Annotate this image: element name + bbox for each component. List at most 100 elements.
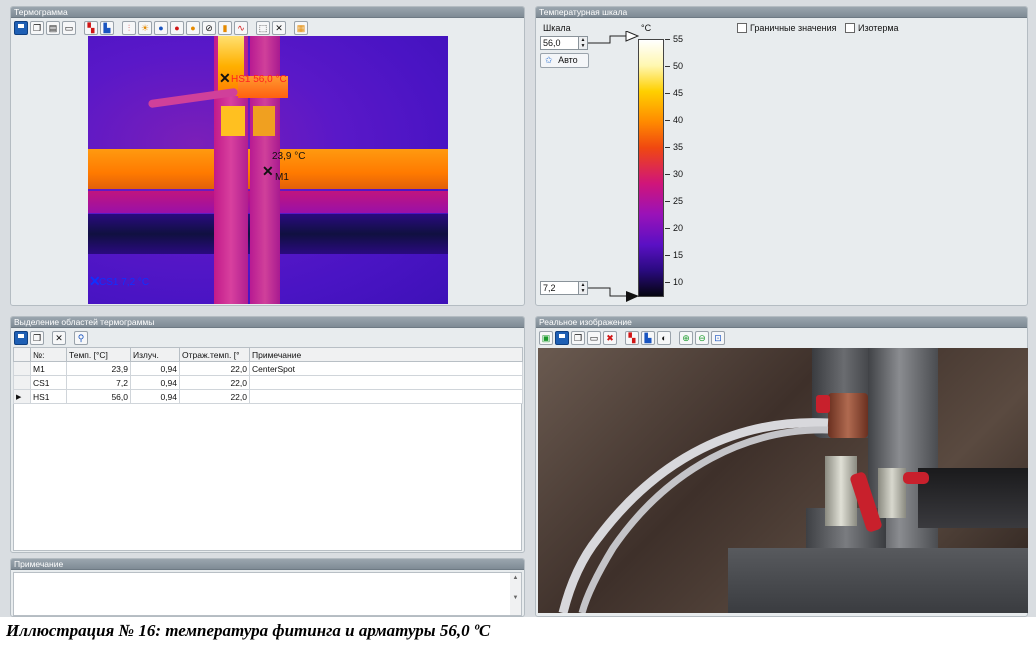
regions-title: Выделение областей термограммы — [11, 317, 524, 328]
scale-tick-label: 35 — [665, 142, 683, 152]
hs1-label: HS1 56,0 °C — [231, 74, 287, 85]
row-temp: 23,9 — [66, 361, 131, 376]
zoom-in-icon[interactable]: ⊕ — [679, 331, 693, 345]
blue-dot-icon[interactable]: ● — [154, 21, 168, 35]
scale-tick-label: 20 — [665, 223, 683, 233]
note-textarea[interactable] — [13, 572, 522, 616]
m1-value: 23,9 °C — [272, 151, 306, 162]
spin-arrows-icon[interactable]: ▲ ▼ — [578, 37, 587, 49]
thermogram-toolbar: ❐ ▤ ▭ ▚ ▙ ⫶ ☀ ● ● ● ⊘ ▮ ∿ ⬚ ✕ ▦ — [14, 20, 308, 36]
note-panel: Примечание ▲ ▼ — [10, 558, 525, 617]
save-icon[interactable] — [555, 331, 569, 345]
limits-checkbox[interactable]: Граничные значения — [737, 23, 836, 33]
row-temp: 56,0 — [66, 389, 131, 404]
scale-min-input[interactable]: 7,2 ▲ ▼ — [540, 281, 588, 295]
scale-tick-label: 40 — [665, 115, 683, 125]
column-header[interactable]: Темп. [°C] — [66, 347, 131, 362]
scale-tick-label: 25 — [665, 196, 683, 206]
isotherm-checkbox[interactable]: Изотерма — [845, 23, 899, 33]
save-icon[interactable] — [14, 21, 28, 35]
scale-title: Температурная шкала — [536, 7, 1027, 18]
scale-tick-label: 55 — [665, 34, 683, 44]
scale-tick-label: 10 — [665, 277, 683, 287]
region-icon[interactable]: ▙ — [100, 21, 114, 35]
region-icon[interactable]: ▙ — [641, 331, 655, 345]
regions-table: №: Темп. [°C] Излуч. Отраж.темп. [° Прим… — [13, 347, 523, 404]
delete-icon[interactable]: ✕ — [272, 21, 286, 35]
row-emissivity: 0,94 — [130, 375, 180, 390]
scale-max-input[interactable]: 56,0 ▲ ▼ — [540, 36, 588, 50]
figure-caption: Иллюстрация № 16: температура фитинга и … — [6, 621, 491, 640]
scale-label: Шкала — [543, 23, 571, 33]
grid-icon[interactable]: ▦ — [294, 21, 308, 35]
paste-icon[interactable]: ▭ — [587, 331, 601, 345]
row-reflected: 22,0 — [179, 361, 250, 376]
row-reflected: 22,0 — [179, 389, 250, 404]
palette-icon[interactable]: ▚ — [625, 331, 639, 345]
red-dot-icon[interactable]: ● — [170, 21, 184, 35]
histogram-icon[interactable]: ▮ — [218, 21, 232, 35]
profile-icon[interactable]: ∿ — [234, 21, 248, 35]
spin-arrows-icon[interactable]: ▲ ▼ — [578, 282, 587, 294]
scale-unit: °C — [641, 23, 652, 33]
row-emissivity: 0,94 — [130, 389, 180, 404]
table-row[interactable]: ▶ HS1 56,0 0,94 22,0 — [13, 389, 523, 404]
real-image-title: Реальное изображение — [536, 317, 1027, 328]
open-icon[interactable]: ▤ — [46, 21, 60, 35]
app-window: Термограмма ❐ ▤ ▭ ▚ ▙ ⫶ ☀ ● ● ● ⊘ ▮ ∿ ⬚ … — [0, 0, 1036, 617]
thermometer-icon[interactable]: ⫶ — [122, 21, 136, 35]
auto-button[interactable]: ✩ Авто — [540, 53, 589, 68]
table-header-row: №: Темп. [°C] Излуч. Отраж.темп. [° Прим… — [13, 347, 523, 362]
scale-tick-label: 45 — [665, 88, 683, 98]
row-note — [249, 375, 523, 390]
row-note: CenterSpot — [249, 361, 523, 376]
palette-icon[interactable]: ▚ — [84, 21, 98, 35]
note-scrollbar[interactable]: ▲ ▼ — [510, 573, 521, 615]
column-header[interactable]: Примечание — [249, 347, 523, 362]
zoom-out-icon[interactable]: ⊖ — [695, 331, 709, 345]
table-row[interactable]: CS1 7,2 0,94 22,0 — [13, 375, 523, 390]
real-image-toolbar: ▣ ❐ ▭ ✖ ▚ ▙ ◐ ⊕ ⊖ ⊡ — [539, 330, 725, 346]
copy-icon[interactable]: ❐ — [571, 331, 585, 345]
m1-name: M1 — [275, 172, 289, 183]
cs1-label: CS1 7,2 °C — [99, 277, 150, 288]
row-name: CS1 — [30, 375, 67, 390]
m1-marker[interactable]: ✕ — [262, 164, 274, 178]
star-icon: ✩ — [545, 55, 553, 65]
scale-tick-label: 30 — [665, 169, 683, 179]
scale-min-pointer[interactable] — [588, 283, 642, 303]
hs1-marker[interactable]: ✕ — [219, 71, 231, 85]
table-row[interactable]: M1 23,9 0,94 22,0 CenterSpot — [13, 361, 523, 376]
column-header[interactable]: Отраж.темп. [° — [179, 347, 250, 362]
pin-icon[interactable]: ⚲ — [74, 331, 88, 345]
zoom-fit-icon[interactable]: ⊡ — [711, 331, 725, 345]
orange-dot-icon[interactable]: ● — [186, 21, 200, 35]
select-icon[interactable]: ⬚ — [256, 21, 270, 35]
contrast-icon[interactable]: ◐ — [657, 331, 671, 345]
column-header[interactable]: №: — [30, 347, 67, 362]
current-row-arrow-icon: ▶ — [13, 389, 31, 404]
null-icon[interactable]: ⊘ — [202, 21, 216, 35]
print-icon[interactable]: ▭ — [62, 21, 76, 35]
row-note — [249, 389, 523, 404]
column-header[interactable]: Излуч. — [130, 347, 180, 362]
regions-toolbar: ❐ ✕ ⚲ — [14, 330, 88, 346]
scale-tick-label: 15 — [665, 250, 683, 260]
sun-icon[interactable]: ☀ — [138, 21, 152, 35]
row-reflected: 22,0 — [179, 375, 250, 390]
save-icon[interactable] — [14, 331, 28, 345]
scale-tick-label: 50 — [665, 61, 683, 71]
open-folder-icon[interactable]: ▣ — [539, 331, 553, 345]
thermogram-title: Термограмма — [11, 7, 524, 18]
copy-icon[interactable]: ❐ — [30, 21, 44, 35]
row-name: HS1 — [30, 389, 67, 404]
delete-icon[interactable]: ✖ — [603, 331, 617, 345]
color-scale-bar — [638, 39, 664, 297]
scale-max-pointer[interactable] — [588, 31, 642, 47]
scale-panel: Температурная шкала — [535, 6, 1028, 306]
thermal-image[interactable]: ✕ HS1 56,0 °C 23,9 °C ✕ M1 ✕ CS1 7,2 °C — [88, 36, 448, 304]
real-photo — [538, 348, 1028, 613]
delete-icon[interactable]: ✕ — [52, 331, 66, 345]
copy-icon[interactable]: ❐ — [30, 331, 44, 345]
row-emissivity: 0,94 — [130, 361, 180, 376]
